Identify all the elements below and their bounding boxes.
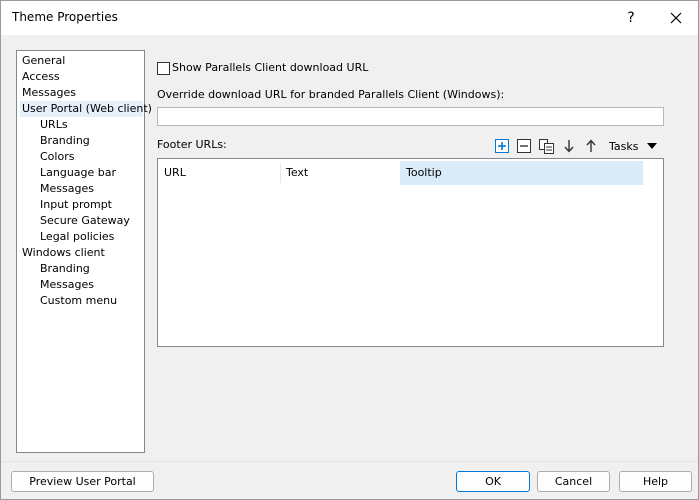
remove-button[interactable] — [516, 138, 532, 154]
move-down-button[interactable] — [561, 138, 577, 154]
question-mark-icon: ? — [627, 10, 635, 26]
close-icon — [670, 12, 682, 24]
help-title-button[interactable]: ? — [611, 1, 651, 35]
tree-item[interactable]: Branding — [38, 133, 92, 149]
remove-icon — [517, 139, 531, 153]
show-download-url-label[interactable]: Show Parallels Client download URL — [172, 61, 368, 74]
tree-item[interactable]: Windows client — [20, 245, 107, 261]
chevron-down-icon — [647, 143, 657, 149]
move-up-button[interactable] — [583, 138, 599, 154]
tree-item[interactable]: Secure Gateway — [38, 213, 132, 229]
footer-divider — [1, 461, 698, 462]
override-url-input[interactable] — [157, 107, 664, 126]
column-header-tooltip[interactable]: Tooltip — [400, 161, 643, 185]
copy-icon — [538, 138, 554, 154]
copy-button[interactable] — [538, 138, 554, 154]
tree-item[interactable]: Messages — [38, 277, 96, 293]
title-bar: Theme Properties ? — [1, 1, 698, 35]
tree-item[interactable]: Language bar — [38, 165, 118, 181]
tree-item[interactable]: Branding — [38, 261, 92, 277]
close-button[interactable] — [656, 1, 696, 35]
cancel-button[interactable]: Cancel — [537, 471, 610, 492]
tasks-label: Tasks — [609, 139, 639, 153]
footer-urls-grid[interactable]: URL Text Tooltip — [157, 158, 664, 347]
add-icon — [495, 139, 509, 153]
tree-item[interactable]: General — [20, 53, 67, 69]
tree-item[interactable]: Input prompt — [38, 197, 114, 213]
column-header-url[interactable]: URL — [158, 161, 280, 185]
ok-button[interactable]: OK — [456, 471, 530, 492]
tree-item[interactable]: Colors — [38, 149, 76, 165]
tree-item[interactable]: URLs — [38, 117, 70, 133]
dialog-title: Theme Properties — [12, 10, 118, 24]
tree-item[interactable]: Messages — [20, 85, 78, 101]
tree-item[interactable]: Access — [20, 69, 62, 85]
tree-item[interactable]: Legal policies — [38, 229, 116, 245]
help-button[interactable]: Help — [619, 471, 692, 492]
preview-user-portal-button[interactable]: Preview User Portal — [11, 471, 154, 492]
theme-properties-dialog: Theme Properties ? General Access Messages… — [0, 0, 699, 500]
arrow-up-icon — [586, 139, 596, 152]
footer-urls-label: Footer URLs: — [157, 138, 227, 151]
tasks-dropdown[interactable]: Tasks — [603, 137, 663, 155]
tree-item[interactable]: Custom menu — [38, 293, 119, 309]
show-download-url-checkbox[interactable] — [157, 62, 170, 75]
navigation-tree[interactable]: General Access Messages User Portal (Web cl… — [16, 50, 152, 453]
add-button[interactable] — [494, 138, 510, 154]
tree-item[interactable]: Messages — [38, 181, 96, 197]
column-header-text[interactable]: Text — [280, 161, 400, 185]
arrow-down-icon — [564, 140, 574, 153]
tree-item[interactable]: User Portal (Web client) — [20, 101, 152, 117]
override-url-label: Override download URL for branded Parall… — [157, 88, 505, 101]
